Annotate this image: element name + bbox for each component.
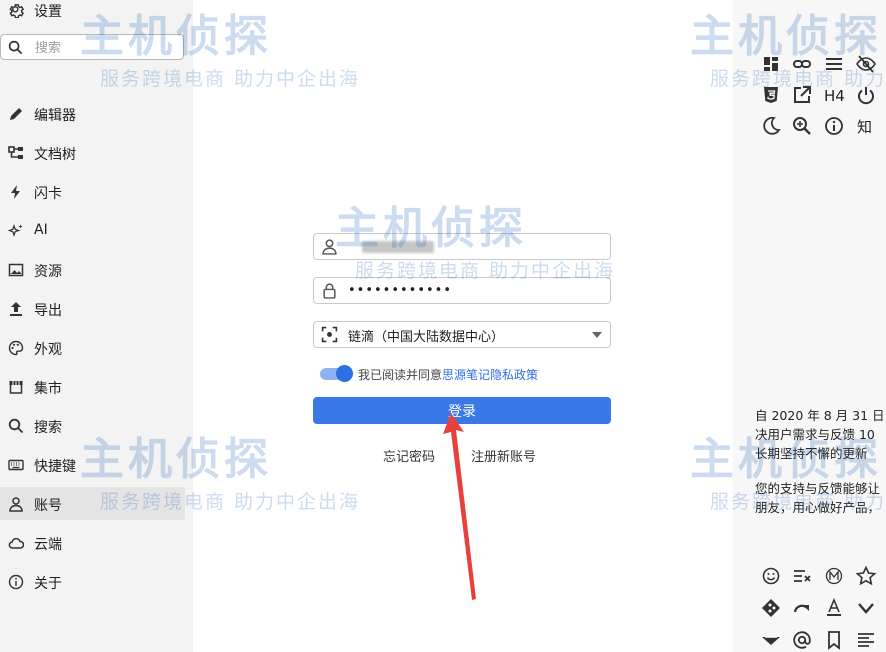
annotation-arrow <box>443 413 476 600</box>
